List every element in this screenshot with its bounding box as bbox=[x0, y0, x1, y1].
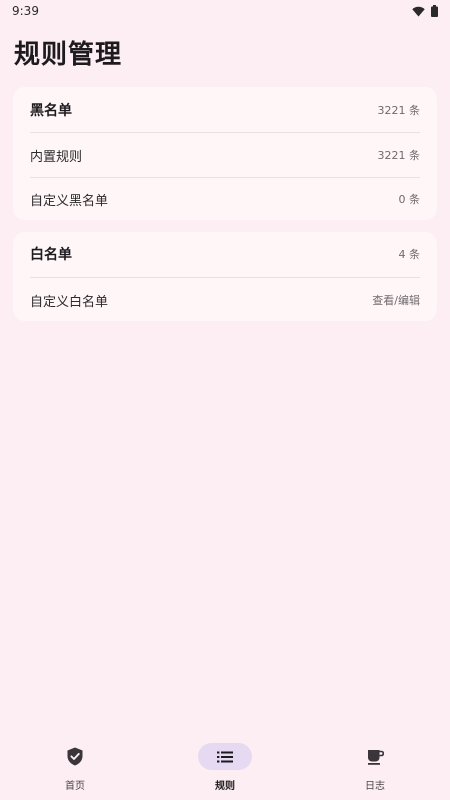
custom-blacklist-count: 0 条 bbox=[398, 193, 421, 206]
whitelist-count: 4 条 bbox=[398, 248, 421, 261]
nav-pill-logs bbox=[348, 743, 402, 770]
page-title: 规则管理 bbox=[14, 40, 123, 70]
battery-icon bbox=[431, 5, 438, 17]
builtin-rules-label: 内置规则 bbox=[30, 149, 83, 165]
whitelist-title: 白名单 bbox=[30, 247, 72, 263]
coffee-cup-icon bbox=[367, 749, 384, 765]
nav-pill-rules bbox=[198, 743, 252, 770]
custom-whitelist-label: 自定义白名单 bbox=[30, 294, 109, 310]
whitelist-card: 白名单 4 条 自定义白名单 查看/编辑 bbox=[13, 232, 437, 321]
blacklist-header-row[interactable]: 黑名单 3221 条 bbox=[30, 100, 420, 120]
custom-whitelist-action[interactable]: 查看/编辑 bbox=[372, 292, 420, 308]
status-bar: 9:39 bbox=[0, 0, 450, 22]
bottom-navigation: 首页 规则 日志 bbox=[0, 736, 450, 800]
blacklist-count: 3221 条 bbox=[377, 104, 421, 117]
status-icons bbox=[412, 5, 438, 17]
status-time: 9:39 bbox=[12, 4, 39, 18]
nav-label-home: 首页 bbox=[65, 781, 85, 792]
nav-label-rules: 规则 bbox=[215, 781, 235, 792]
nav-pill-home bbox=[48, 743, 102, 770]
wifi-icon bbox=[412, 6, 425, 16]
builtin-rules-row[interactable]: 内置规则 3221 条 bbox=[30, 145, 420, 165]
whitelist-header-row[interactable]: 白名单 4 条 bbox=[30, 244, 420, 264]
builtin-rules-count: 3221 条 bbox=[377, 149, 421, 162]
blacklist-title: 黑名单 bbox=[30, 103, 72, 119]
custom-whitelist-row[interactable]: 自定义白名单 查看/编辑 bbox=[30, 290, 420, 310]
custom-blacklist-label: 自定义黑名单 bbox=[30, 193, 109, 209]
nav-item-home[interactable]: 首页 bbox=[0, 736, 150, 800]
nav-label-logs: 日志 bbox=[365, 781, 385, 792]
nav-item-rules[interactable]: 规则 bbox=[150, 736, 300, 800]
nav-item-logs[interactable]: 日志 bbox=[300, 736, 450, 800]
divider bbox=[30, 132, 420, 133]
custom-blacklist-row[interactable]: 自定义黑名单 0 条 bbox=[30, 189, 420, 209]
divider bbox=[30, 177, 420, 178]
list-icon bbox=[217, 751, 233, 762]
divider bbox=[30, 277, 420, 278]
blacklist-card: 黑名单 3221 条 内置规则 3221 条 自定义黑名单 0 条 bbox=[13, 87, 437, 220]
shield-check-icon bbox=[67, 747, 83, 766]
